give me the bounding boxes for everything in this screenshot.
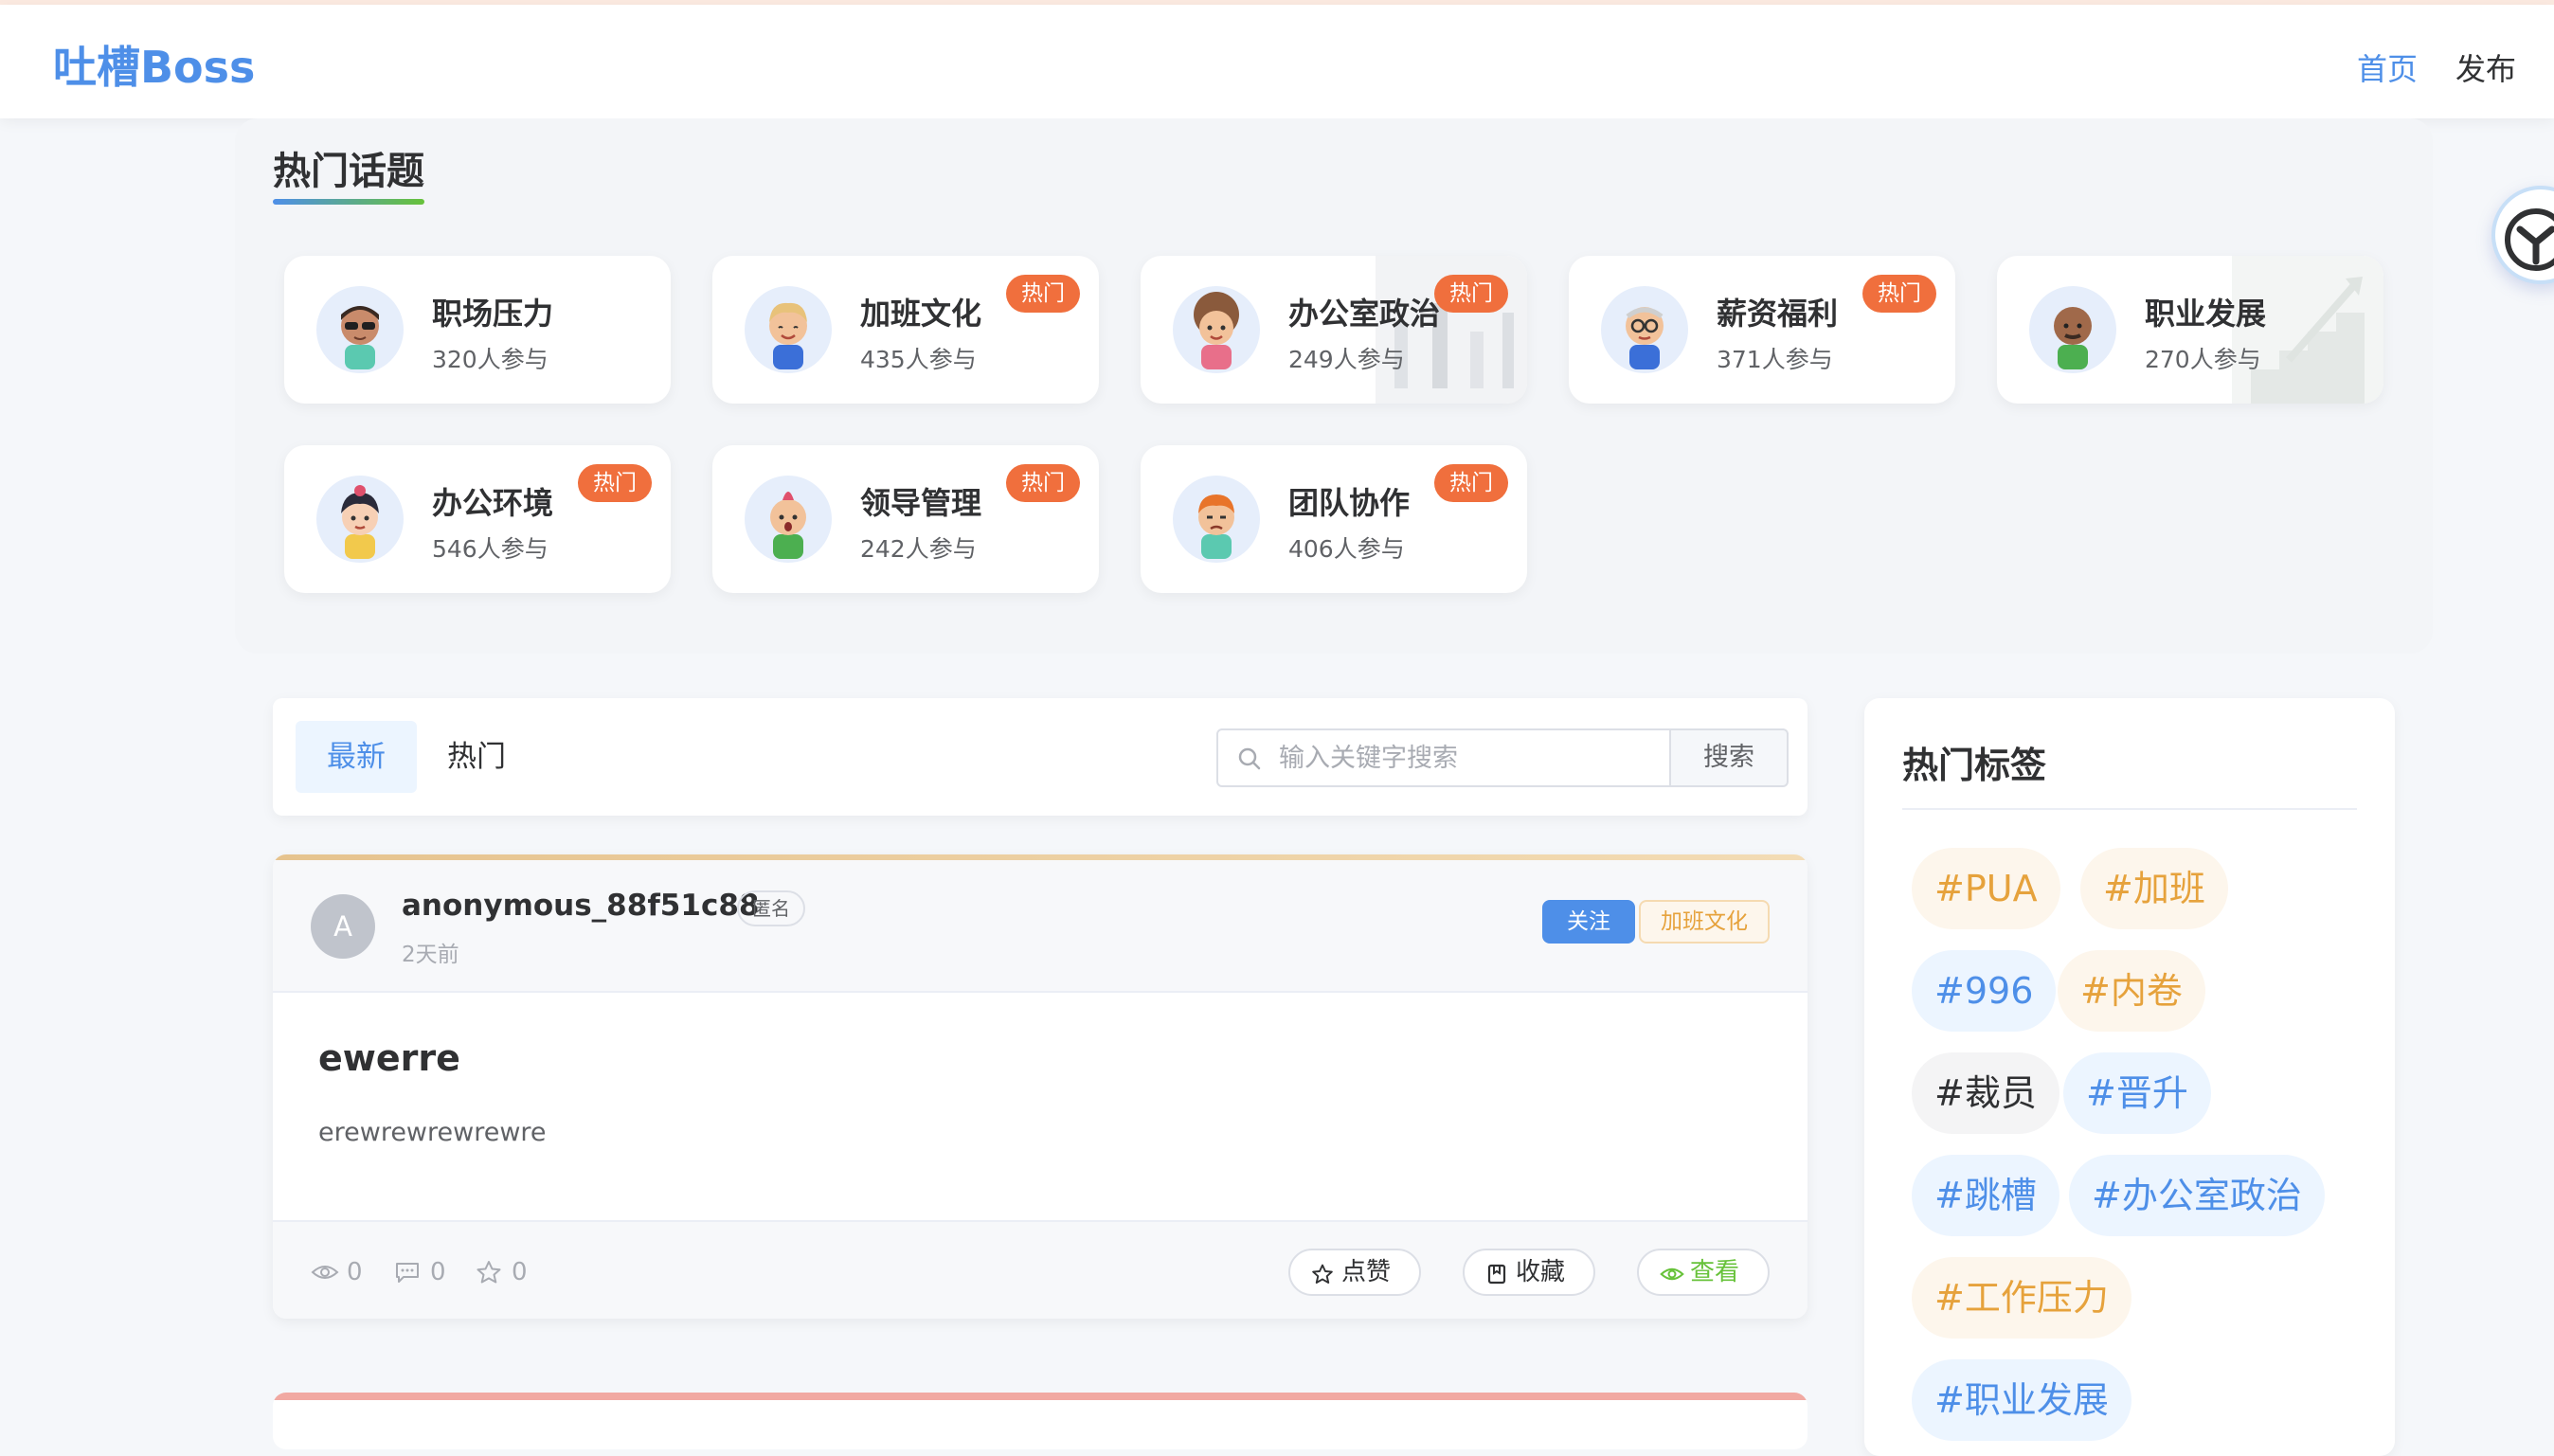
nav-home-link[interactable]: 首页 xyxy=(2357,45,2418,89)
post-header: A anonymous_88f51c88 匿名 2天前 关注 加班文化 xyxy=(273,860,1808,993)
collect-label: 收藏 xyxy=(1516,1258,1566,1286)
avatar[interactable]: A xyxy=(311,894,375,959)
search-button[interactable]: 搜索 xyxy=(1671,728,1789,787)
topic-card-career-development[interactable]: 职业发展 270人参与 xyxy=(1997,256,2383,404)
view-label: 查看 xyxy=(1690,1258,1740,1286)
topic-count: 435人参与 xyxy=(860,346,977,373)
hot-badge: 热门 xyxy=(1006,275,1080,313)
assistant-logo-icon xyxy=(2505,208,2554,271)
views-count: 0 xyxy=(347,1258,363,1286)
topic-card-workplace-pressure[interactable]: 职场压力 320人参与 xyxy=(284,256,671,404)
comment-icon xyxy=(396,1263,419,1283)
tab-hot[interactable]: 热门 xyxy=(447,721,506,793)
feed-toolbar: 最新 热门 搜索 xyxy=(273,698,1808,816)
topic-name: 领导管理 xyxy=(860,485,982,521)
tag-promotion[interactable]: #晋升 xyxy=(2063,1052,2211,1134)
post-time: 2天前 xyxy=(402,943,459,967)
follow-button[interactable]: 关注 xyxy=(1542,900,1635,944)
topic-count: 546人参与 xyxy=(432,535,549,563)
nav-publish-link[interactable]: 发布 xyxy=(2455,45,2516,89)
topic-name: 团队协作 xyxy=(1288,485,1411,521)
avatar-mohawk-icon xyxy=(745,476,832,563)
hot-tags-title: 热门标签 xyxy=(1902,745,2047,786)
topic-count: 270人参与 xyxy=(2145,346,2261,373)
view-button[interactable]: 查看 xyxy=(1637,1249,1770,1296)
eye-icon xyxy=(311,1266,339,1279)
hot-topics-title: 热门话题 xyxy=(273,150,424,193)
search-box xyxy=(1216,728,1671,787)
tab-latest[interactable]: 最新 xyxy=(296,721,417,793)
tag-pua[interactable]: #PUA xyxy=(1912,848,2060,929)
post-body: erewrewrewrewre xyxy=(318,1118,547,1147)
hot-badge: 热门 xyxy=(1006,464,1080,502)
star-outline-icon xyxy=(477,1261,501,1284)
hot-badge: 热门 xyxy=(1434,275,1508,313)
topic-count: 371人参与 xyxy=(1717,346,1833,373)
tag-office-politics[interactable]: #办公室政治 xyxy=(2069,1155,2325,1236)
post-accent-bar xyxy=(273,1393,1808,1400)
post-username[interactable]: anonymous_88f51c88 xyxy=(402,889,759,923)
hot-badge: 热门 xyxy=(578,464,652,502)
topic-count: 242人参与 xyxy=(860,535,977,563)
bookmark-icon xyxy=(1487,1264,1506,1285)
hot-topics-underline xyxy=(273,199,424,205)
logo[interactable]: 吐槽Boss xyxy=(53,33,255,96)
topic-count: 249人参与 xyxy=(1288,346,1405,373)
avatar-girl-icon xyxy=(316,476,404,563)
like-label: 点赞 xyxy=(1341,1258,1392,1286)
avatar-curly-hair-icon xyxy=(1173,286,1260,373)
hot-badge: 热门 xyxy=(1862,275,1936,313)
avatar-sunglasses-icon xyxy=(316,286,404,373)
header: 吐槽Boss 首页 发布 xyxy=(0,5,2554,118)
tag-layoff[interactable]: #裁员 xyxy=(1912,1052,2059,1134)
search-icon xyxy=(1238,747,1261,770)
hot-badge: 热门 xyxy=(1434,464,1508,502)
post-card: A anonymous_88f51c88 匿名 2天前 关注 加班文化 ewer… xyxy=(273,854,1808,1319)
avatar-bald-icon xyxy=(2029,286,2116,373)
star-icon xyxy=(1312,1264,1333,1284)
anonymous-tag: 匿名 xyxy=(737,890,805,926)
tag-career-development[interactable]: #职业发展 xyxy=(1912,1359,2131,1441)
topic-card-office-politics[interactable]: 办公室政治 249人参与 热门 xyxy=(1141,256,1527,404)
post-card-partial xyxy=(273,1393,1808,1449)
category-tag[interactable]: 加班文化 xyxy=(1639,900,1770,944)
topic-card-salary-benefits[interactable]: 薪资福利 371人参与 热门 xyxy=(1569,256,1955,404)
hot-tags-panel: 热门标签 #PUA #加班 #996 #内卷 #裁员 #晋升 #跳槽 #办公室政… xyxy=(1864,698,2395,1456)
avatar-redhead-icon xyxy=(1173,476,1260,563)
topic-name: 职场压力 xyxy=(432,296,554,332)
stars-count: 0 xyxy=(512,1258,528,1286)
comments-count: 0 xyxy=(430,1258,446,1286)
topic-name: 职业发展 xyxy=(2145,296,2267,332)
topic-card-overtime-culture[interactable]: 加班文化 435人参与 热门 xyxy=(712,256,1099,404)
topic-card-office-environment[interactable]: 办公环境 546人参与 热门 xyxy=(284,445,671,593)
post-footer: 0 0 0 点赞 收藏 查看 xyxy=(273,1220,1808,1319)
collect-button[interactable]: 收藏 xyxy=(1463,1249,1595,1296)
topic-card-leadership-management[interactable]: 领导管理 242人参与 热门 xyxy=(712,445,1099,593)
tag-overtime[interactable]: #加班 xyxy=(2080,848,2228,929)
tag-work-pressure[interactable]: #工作压力 xyxy=(1912,1257,2131,1339)
tag-job-hopping[interactable]: #跳槽 xyxy=(1912,1155,2059,1236)
topic-name: 加班文化 xyxy=(860,296,982,332)
topic-card-team-collaboration[interactable]: 团队协作 406人参与 热门 xyxy=(1141,445,1527,593)
eye-icon xyxy=(1660,1267,1684,1281)
tag-996[interactable]: #996 xyxy=(1912,950,2057,1032)
avatar-glasses-icon xyxy=(1601,286,1688,373)
floating-assistant-button[interactable] xyxy=(2491,186,2554,284)
topic-name: 办公室政治 xyxy=(1288,296,1441,332)
tag-involution[interactable]: #内卷 xyxy=(2058,950,2205,1032)
search-input[interactable] xyxy=(1277,738,1656,778)
hot-tags-divider xyxy=(1902,808,2357,810)
topic-count: 406人参与 xyxy=(1288,535,1405,563)
post-title[interactable]: ewerre xyxy=(318,1037,460,1079)
topic-count: 320人参与 xyxy=(432,346,549,373)
like-button[interactable]: 点赞 xyxy=(1288,1249,1421,1296)
topic-name: 薪资福利 xyxy=(1717,296,1839,332)
topic-name: 办公环境 xyxy=(432,485,554,521)
avatar-blonde-icon xyxy=(745,286,832,373)
